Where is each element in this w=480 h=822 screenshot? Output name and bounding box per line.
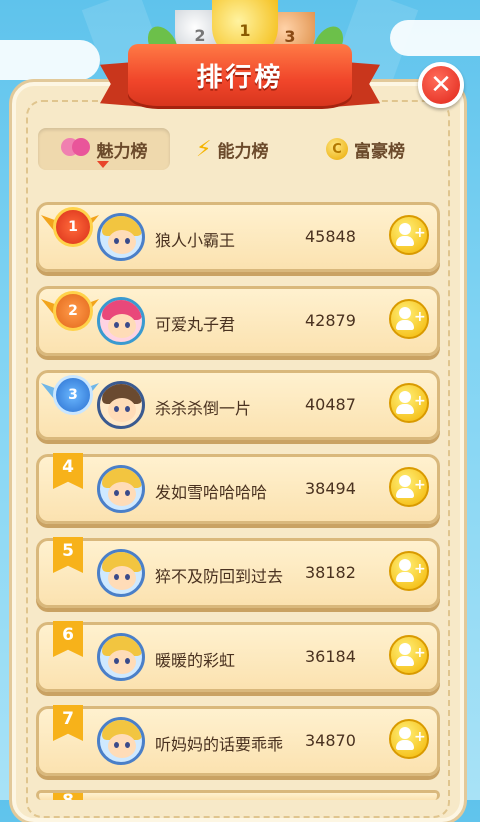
title-ribbon: 排行榜 [128, 44, 352, 106]
leaderboard-row: 5 猝不及防回到过去 38182 + [36, 537, 440, 608]
player-name: 可爱丸子君 [155, 315, 236, 334]
player-score: 38182 [305, 563, 356, 582]
tab-label: 魅力榜 [96, 141, 148, 162]
close-icon: ✕ [430, 70, 452, 100]
bolt-icon: ⚡ [196, 136, 212, 162]
avatar[interactable] [97, 549, 145, 597]
player-name: 发如雪哈哈哈哈 [155, 483, 268, 502]
avatar[interactable] [97, 381, 145, 429]
tab-label: 能力榜 [217, 141, 269, 162]
leaderboard-row: 8 [36, 790, 440, 800]
rank-flag: 6 [53, 621, 83, 657]
avatar[interactable] [97, 213, 145, 261]
player-score: 36184 [305, 647, 356, 666]
cloud [390, 20, 480, 56]
player-name: 暖暖的彩虹 [155, 651, 236, 670]
rank-flag: 8 [53, 793, 83, 800]
gold-medal-icon: 1 [41, 197, 99, 255]
blue-medal-icon: 3 [41, 365, 99, 423]
leaderboard-row: 7 听妈妈的话要乖乖 34870 + [36, 705, 440, 776]
cloud [0, 40, 100, 80]
heart-icon [60, 138, 91, 160]
add-friend-button[interactable]: + [389, 467, 429, 507]
add-friend-button[interactable]: + [389, 635, 429, 675]
add-friend-button[interactable]: + [389, 299, 429, 339]
player-score: 45848 [305, 227, 356, 246]
player-name: 猝不及防回到过去 [155, 567, 284, 586]
player-name: 听妈妈的话要乖乖 [155, 735, 284, 754]
avatar[interactable] [97, 633, 145, 681]
player-score: 42879 [305, 311, 356, 330]
leaderboard-row: 4 发如雪哈哈哈哈 38494 + [36, 453, 440, 524]
player-name: 狼人小霸王 [155, 231, 236, 250]
rank-flag: 5 [53, 537, 83, 573]
tab-ability[interactable]: ⚡ 能力榜 [196, 128, 268, 170]
leaderboard-row: 3 杀杀杀倒一片 40487 + [36, 370, 440, 440]
active-tab-indicator [97, 161, 109, 168]
leaderboard-row: 6 暖暖的彩虹 36184 + [36, 621, 440, 692]
player-score: 38494 [305, 479, 356, 498]
avatar[interactable] [97, 465, 145, 513]
tab-wealth[interactable]: C 富豪榜 [326, 128, 405, 170]
rank-flag: 4 [53, 453, 83, 489]
leaderboard-row: 1 狼人小霸王 45848 + [36, 202, 440, 272]
add-friend-button[interactable]: + [389, 383, 429, 423]
avatar[interactable] [97, 297, 145, 345]
coin-icon: C [326, 138, 348, 160]
tab-label: 富豪榜 [354, 141, 405, 162]
add-friend-button[interactable]: + [389, 215, 429, 255]
add-friend-button[interactable]: + [389, 551, 429, 591]
player-score: 40487 [305, 395, 356, 414]
bronze-medal-icon: 2 [41, 281, 99, 339]
leaderboard-row: 2 可爱丸子君 42879 + [36, 286, 440, 356]
page-title: 排行榜 [196, 62, 284, 93]
close-button[interactable]: ✕ [418, 62, 464, 108]
player-score: 34870 [305, 731, 356, 750]
player-name: 杀杀杀倒一片 [155, 399, 252, 418]
avatar[interactable] [97, 717, 145, 765]
rank-flag: 7 [53, 705, 83, 741]
add-friend-button[interactable]: + [389, 719, 429, 759]
